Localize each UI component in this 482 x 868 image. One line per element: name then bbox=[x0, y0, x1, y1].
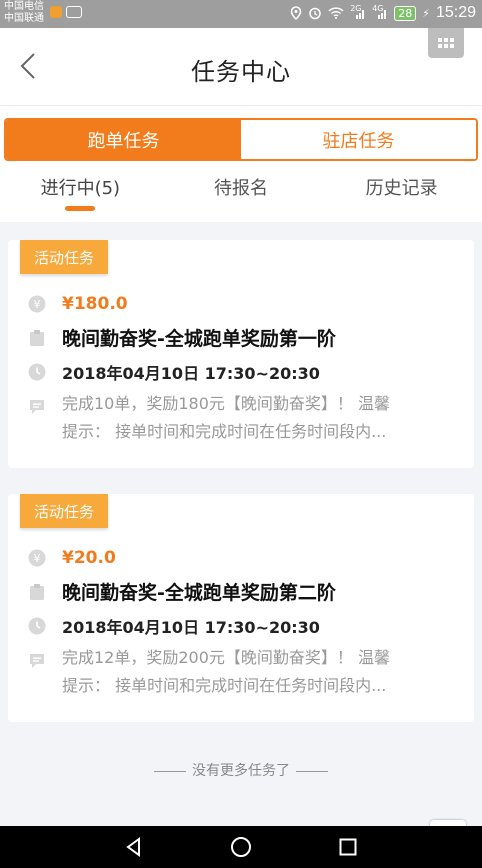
svg-text:¥: ¥ bbox=[34, 552, 41, 565]
divider bbox=[296, 770, 328, 772]
segment-container: 跑单任务 驻店任务 bbox=[0, 106, 482, 166]
tab-label: 进行中(5) bbox=[40, 178, 121, 199]
page-title: 任务中心 bbox=[191, 58, 291, 86]
activity-badge: 活动任务 bbox=[20, 240, 108, 274]
desc-line: 提示： 接单时间和完成时间在任务时间段内... bbox=[62, 676, 387, 695]
net-label-2: 4G bbox=[372, 4, 384, 13]
signal-2g-icon: 2G bbox=[350, 4, 366, 19]
tab-in-progress[interactable]: 进行中(5) bbox=[0, 166, 161, 222]
tab-active-indicator bbox=[65, 206, 96, 211]
app-header: 任务中心 bbox=[0, 28, 482, 106]
clock-icon bbox=[28, 363, 46, 381]
activity-badge: 活动任务 bbox=[20, 494, 108, 528]
svg-text:¥: ¥ bbox=[34, 298, 41, 311]
reward-amount: ¥20.0 bbox=[62, 548, 116, 568]
battery-icon: 28 bbox=[394, 5, 417, 21]
clipboard-icon bbox=[28, 583, 46, 601]
carrier-2: 中国联通 bbox=[4, 13, 44, 24]
task-title: 晚间勤奋奖-全城跑单奖励第二阶 bbox=[62, 582, 336, 604]
clock-icon bbox=[28, 617, 46, 635]
carrier-1: 中国电信 bbox=[4, 1, 44, 12]
segment-store-tasks[interactable]: 驻店任务 bbox=[241, 120, 476, 159]
task-description: 完成10单，奖励180元【晚间勤奋奖】！ 温馨 提示： 接单时间和完成时间在任务… bbox=[62, 390, 462, 446]
divider bbox=[154, 770, 186, 772]
desc-line: 完成12单，奖励200元【晚间勤奋奖】！ 温馨 bbox=[62, 648, 390, 667]
segment-run-tasks[interactable]: 跑单任务 bbox=[6, 120, 241, 159]
comment-icon bbox=[28, 398, 46, 420]
status-tabs: 进行中(5) 待报名 历史记录 bbox=[0, 166, 482, 222]
triangle-back-icon bbox=[125, 837, 140, 857]
status-bar: 中国电信 中国联通 2G 4G 28 ⚡ 15:29 bbox=[0, 0, 482, 28]
carrier-label: 中国电信 中国联通 bbox=[4, 1, 44, 25]
task-title: 晚间勤奋奖-全城跑单奖励第一阶 bbox=[62, 328, 336, 350]
location-icon bbox=[290, 6, 302, 20]
clipboard-icon bbox=[28, 329, 46, 347]
task-card[interactable]: 活动任务 ¥ ¥180.0 晚间勤奋奖-全城跑单奖励第一阶 2018年04月10… bbox=[8, 240, 474, 468]
system-nav-bar bbox=[0, 826, 482, 868]
task-time: 2018年04月10日 17:30~20:30 bbox=[62, 364, 320, 383]
circle-home-icon bbox=[230, 837, 251, 857]
tab-history[interactable]: 历史记录 bbox=[321, 166, 482, 222]
desc-line: 提示： 接单时间和完成时间在任务时间段内... bbox=[62, 422, 387, 441]
message-notification-icon bbox=[66, 6, 82, 18]
wifi-icon bbox=[328, 7, 344, 19]
charging-icon: ⚡ bbox=[422, 6, 430, 20]
tab-label: 待报名 bbox=[214, 178, 268, 199]
square-recents-icon bbox=[339, 838, 357, 856]
nav-back-button[interactable] bbox=[114, 827, 154, 867]
task-time: 2018年04月10日 17:30~20:30 bbox=[62, 618, 320, 637]
desc-line: 完成10单，奖励180元【晚间勤奋奖】！ 温馨 bbox=[62, 394, 390, 413]
grid-menu-icon bbox=[438, 38, 454, 48]
alarm-icon bbox=[308, 6, 322, 20]
net-label-1: 2G bbox=[350, 4, 362, 13]
app-notification-icon bbox=[50, 6, 62, 18]
task-type-segment: 跑单任务 驻店任务 bbox=[4, 118, 478, 161]
tab-pending-signup[interactable]: 待报名 bbox=[161, 166, 322, 222]
grid-menu-button[interactable] bbox=[428, 28, 464, 58]
tab-label: 历史记录 bbox=[365, 178, 438, 199]
yuan-icon: ¥ bbox=[28, 295, 46, 313]
task-card[interactable]: 活动任务 ¥ ¥20.0 晚间勤奋奖-全城跑单奖励第二阶 2018年04月10日… bbox=[8, 494, 474, 722]
reward-amount: ¥180.0 bbox=[62, 294, 128, 314]
status-icons: 2G 4G 28 ⚡ 15:29 bbox=[290, 4, 476, 22]
clock: 15:29 bbox=[435, 4, 476, 21]
nav-recents-button[interactable] bbox=[328, 827, 368, 867]
signal-4g-icon: 4G bbox=[372, 4, 388, 19]
nav-home-button[interactable] bbox=[221, 827, 261, 867]
comment-icon bbox=[28, 652, 46, 674]
task-description: 完成12单，奖励200元【晚间勤奋奖】！ 温馨 提示： 接单时间和完成时间在任务… bbox=[62, 644, 462, 700]
yuan-icon: ¥ bbox=[28, 549, 46, 567]
no-more-label: 没有更多任务了 bbox=[192, 763, 290, 779]
no-more-tasks: 没有更多任务了 bbox=[0, 760, 482, 780]
notification-icons bbox=[50, 6, 82, 18]
